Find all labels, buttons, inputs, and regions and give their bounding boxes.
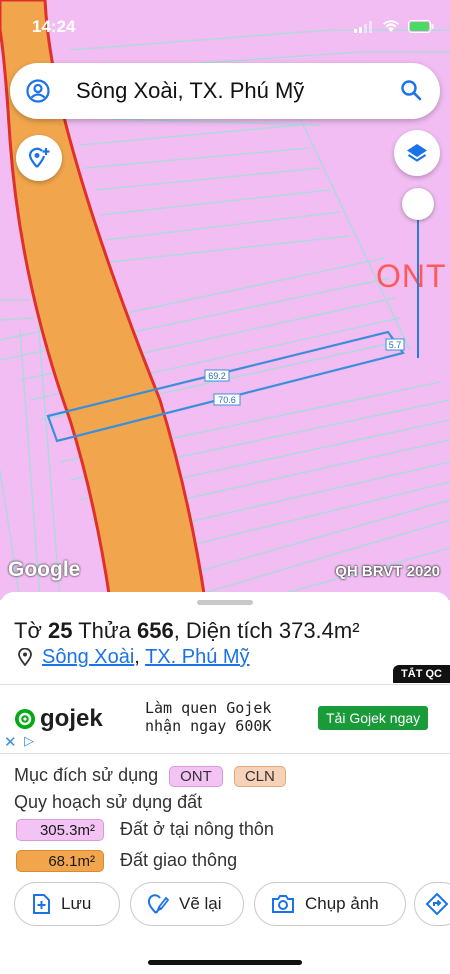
sheet-handle[interactable] — [197, 600, 253, 605]
parcel-info-sheet: Tờ 25 Thửa 656, Diện tích 373.4m² Sông X… — [0, 592, 450, 974]
ad-close-icon[interactable]: ✕ — [4, 733, 17, 751]
layers-button[interactable] — [394, 130, 440, 176]
zoom-slider-track[interactable] — [417, 220, 419, 358]
add-location-icon — [28, 147, 50, 168]
add-bookmark-icon — [33, 894, 50, 914]
location-link-commune[interactable]: Sông Xoài — [42, 646, 134, 668]
planning-desc-traffic: Đất giao thông — [120, 850, 238, 870]
land-use-label: Mục đích sử dụng — [14, 765, 159, 785]
zoom-slider-knob[interactable] — [402, 188, 434, 220]
search-bar[interactable]: Sông Xoài, TX. Phú Mỹ — [10, 63, 440, 119]
zone-label: ONT — [376, 258, 447, 294]
directions-icon — [425, 892, 449, 916]
wifi-icon — [383, 20, 399, 32]
gojek-icon — [15, 709, 35, 729]
map-source-label: QH BRVT 2020 — [335, 563, 440, 580]
parcel-number: 656 — [136, 618, 174, 643]
planning-area-traffic: 68.1m² — [16, 850, 104, 872]
planning-desc-residential: Đất ở tại nông thôn — [120, 819, 274, 839]
account-icon[interactable] — [26, 79, 50, 103]
location-link-town[interactable]: TX. Phú Mỹ — [145, 646, 249, 668]
redraw-icon — [147, 894, 169, 914]
gojek-logo: gojek — [14, 705, 103, 733]
layers-icon — [407, 144, 427, 162]
parcel-location: Sông Xoài, TX. Phú Mỹ — [18, 646, 250, 669]
camera-icon — [272, 895, 294, 913]
save-button[interactable]: Lưu — [14, 882, 120, 926]
ad-cta-button[interactable]: Tải Gojek ngay — [318, 706, 429, 730]
battery-icon — [408, 20, 434, 33]
capture-button[interactable]: Chụp ảnh — [254, 882, 406, 926]
measure-side-label: 5.7 — [389, 340, 402, 350]
search-icon[interactable] — [400, 79, 422, 101]
land-use-chip-cln[interactable]: CLN — [233, 766, 286, 787]
search-text[interactable]: Sông Xoài, TX. Phú Mỹ — [76, 78, 304, 104]
ad-text: Làm quen Gojek nhận ngay 600K — [145, 699, 272, 735]
status-icons — [354, 20, 434, 33]
planning-area-residential: 305.3m² — [16, 819, 104, 841]
adchoices-icon[interactable]: ▷ — [24, 733, 34, 749]
hide-ads-button[interactable]: TẮT QC — [393, 665, 450, 683]
ad-banner[interactable]: gojek Làm quen Gojek nhận ngay 600K Tải … — [0, 684, 450, 754]
planning-label: Quy hoạch sử dụng đất — [14, 792, 203, 812]
measure-bottom-label: 70.6 — [218, 395, 236, 405]
cellular-signal-icon — [354, 20, 372, 33]
location-pin-icon — [18, 648, 32, 666]
status-time: 14:24 — [32, 17, 76, 36]
parcel-area: , Diện tích 373.4m² — [173, 618, 360, 643]
google-logo: Google — [8, 558, 81, 581]
redraw-button[interactable]: Vẽ lại — [130, 882, 244, 926]
home-indicator — [148, 960, 302, 965]
land-use-chip-ont[interactable]: ONT — [169, 766, 223, 787]
land-use-row: Mục đích sử dụng ONT CLN — [14, 765, 286, 787]
parcel-title: Tờ 25 Thửa 656, Diện tích 373.4m² — [14, 618, 360, 643]
status-bar: 14:24 — [0, 0, 450, 52]
sheet-number: 25 — [48, 618, 73, 643]
directions-button[interactable] — [414, 882, 450, 926]
measure-top-label: 69.2 — [208, 371, 226, 381]
add-location-button[interactable] — [16, 135, 62, 181]
